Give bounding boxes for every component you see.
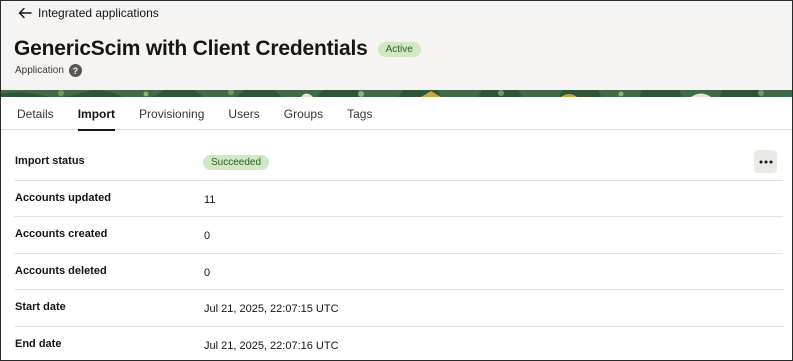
tab-import[interactable]: Import bbox=[77, 97, 116, 131]
app-frame: Integrated applications GenericScim with… bbox=[0, 0, 793, 361]
row-accounts-updated: Accounts updated 11 bbox=[14, 181, 783, 217]
start-date-value: Jul 21, 2025, 22:07:15 UTC bbox=[204, 303, 339, 315]
row-start-date: Start date Jul 21, 2025, 22:07:15 UTC bbox=[14, 290, 783, 327]
header-decorative-pattern bbox=[1, 90, 792, 97]
tab-groups[interactable]: Groups bbox=[284, 97, 323, 130]
status-badge: Active bbox=[377, 41, 421, 57]
tab-details[interactable]: Details bbox=[17, 97, 54, 130]
help-icon[interactable]: ? bbox=[68, 64, 82, 77]
more-horizontal-icon bbox=[759, 160, 772, 163]
tab-bar: Details Import Provisioning Users Groups… bbox=[1, 97, 792, 131]
arrow-left-icon bbox=[18, 7, 32, 19]
page-header: Integrated applications GenericScim with… bbox=[1, 1, 792, 97]
row-accounts-deleted: Accounts deleted 0 bbox=[14, 254, 783, 290]
import-status-label: Import status bbox=[15, 155, 85, 167]
subtitle-row: Application ? bbox=[15, 64, 82, 77]
end-date-value: Jul 21, 2025, 22:07:16 UTC bbox=[204, 339, 339, 352]
accounts-updated-label: Accounts updated bbox=[15, 191, 111, 204]
accounts-updated-value: 11 bbox=[204, 193, 216, 206]
accounts-deleted-label: Accounts deleted bbox=[15, 264, 107, 277]
accounts-deleted-value: 0 bbox=[204, 266, 211, 279]
accounts-created-label: Accounts created bbox=[15, 228, 108, 240]
tab-provisioning[interactable]: Provisioning bbox=[139, 97, 204, 130]
back-link[interactable]: Integrated applications bbox=[18, 6, 159, 20]
import-details: Import status Succeeded Accounts updated… bbox=[1, 144, 792, 361]
more-actions-button[interactable] bbox=[754, 150, 777, 173]
row-end-date: End date Jul 21, 2025, 22:07:16 UTC bbox=[14, 327, 783, 361]
title-row: GenericScim with Client Credentials Acti… bbox=[14, 37, 421, 61]
tab-tags[interactable]: Tags bbox=[347, 97, 372, 130]
row-import-status: Import status Succeeded bbox=[14, 144, 783, 181]
accounts-created-value: 0 bbox=[204, 230, 211, 242]
end-date-label: End date bbox=[15, 337, 62, 350]
page-title: GenericScim with Client Credentials bbox=[14, 37, 368, 60]
page-subtitle: Application bbox=[15, 65, 64, 76]
start-date-label: Start date bbox=[15, 301, 66, 313]
tab-users[interactable]: Users bbox=[228, 97, 259, 130]
row-accounts-created: Accounts created 0 bbox=[14, 217, 783, 254]
back-link-label: Integrated applications bbox=[38, 6, 159, 20]
import-status-badge: Succeeded bbox=[203, 155, 270, 170]
